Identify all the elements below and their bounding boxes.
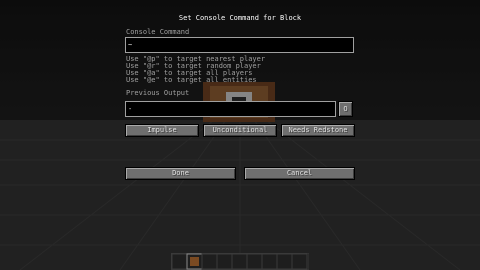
cancel-button[interactable]: Cancel <box>244 167 355 180</box>
hint-all-entities: Use "@e" to target all entities <box>126 76 257 84</box>
hotbar <box>171 253 309 270</box>
screen-title: Set Console Command for Block <box>178 14 302 22</box>
output-toggle-button[interactable]: O <box>338 101 353 117</box>
target-hints: Use "@p" to target nearest player Use "@… <box>126 56 265 84</box>
previous-output-field: - <box>125 101 336 117</box>
previous-output-label: Previous Output <box>126 89 190 97</box>
console-command-input[interactable]: ~ <box>125 37 354 53</box>
impulse-mode-button[interactable]: Impulse <box>125 124 199 137</box>
console-command-label: Console Command <box>126 28 190 36</box>
hotbar-item-icon <box>190 257 199 266</box>
unconditional-button[interactable]: Unconditional <box>203 124 277 137</box>
needs-redstone-button[interactable]: Needs Redstone <box>281 124 355 137</box>
done-button[interactable]: Done <box>125 167 236 180</box>
